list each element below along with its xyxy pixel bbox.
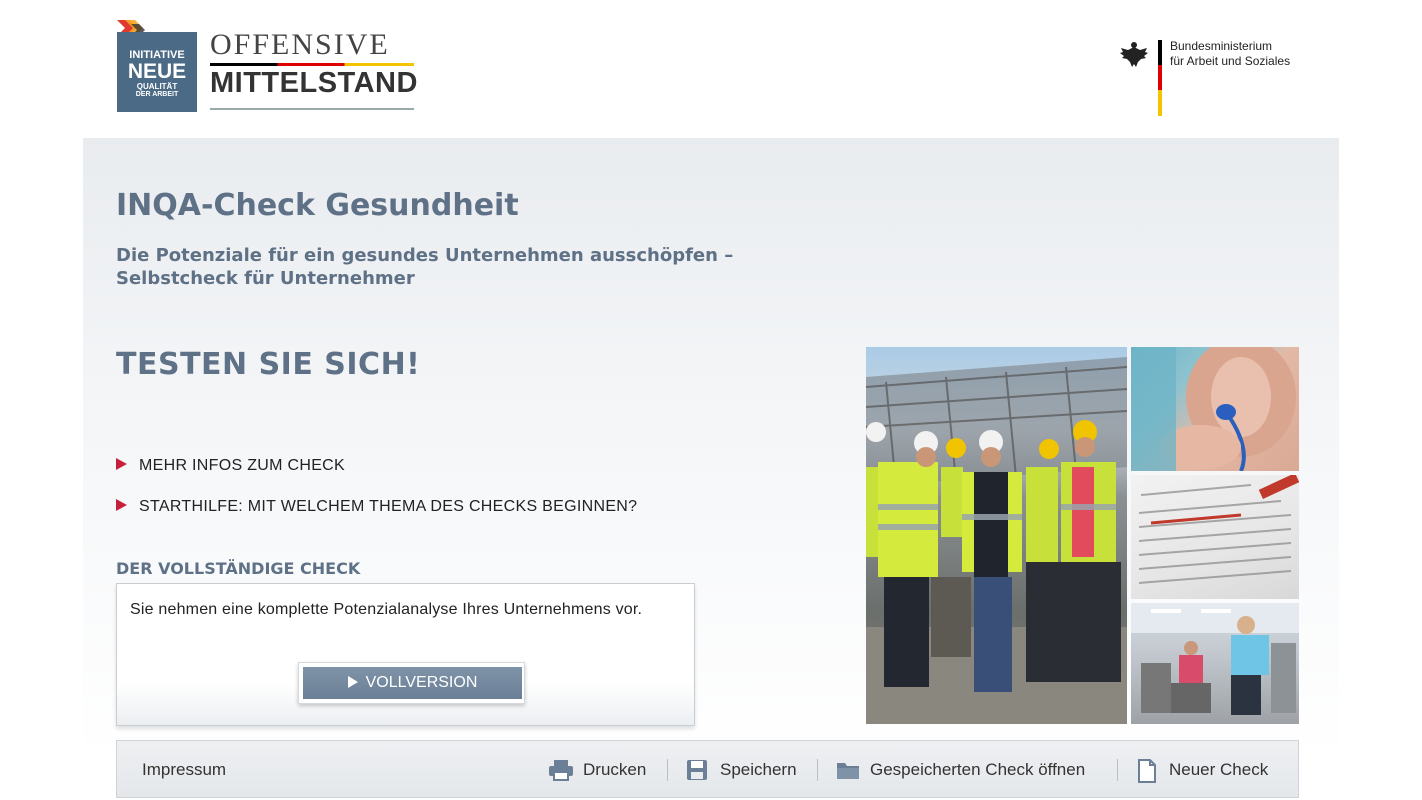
fitness-photo (1131, 603, 1299, 724)
full-check-card: Sie nehmen eine komplette Potenzialanaly… (116, 583, 695, 726)
footer-divider (817, 759, 818, 781)
inqa-badge-line2: NEUE (127, 60, 187, 83)
full-check-description: Sie nehmen eine komplette Potenzialanaly… (130, 601, 643, 618)
construction-workers-illustration (866, 357, 1127, 724)
page-title: INQA-Check Gesundheit (116, 188, 519, 223)
new-document-icon (1138, 759, 1156, 783)
questionnaire-photo (1131, 475, 1299, 599)
federal-eagle-icon (1120, 42, 1148, 67)
full-version-button-frame: VOLLVERSION (298, 662, 525, 704)
new-check-button[interactable]: Neuer Check (1137, 759, 1269, 783)
ear-protection-photo (1131, 347, 1299, 471)
construction-workers-photo (866, 347, 1127, 724)
folder-icon (837, 763, 859, 779)
print-label: Drucken (583, 760, 647, 779)
subtitle-line1: Die Potenziale für ein gesundes Unterneh… (116, 245, 734, 266)
play-icon (347, 675, 358, 688)
subtitle-line2: Selbstcheck für Unternehmer (116, 268, 415, 289)
printer-icon (549, 760, 573, 781)
offensive-mittelstand-logo[interactable]: INITIATIVE NEUE QUALITÄT DER ARBEIT OFFE… (117, 20, 417, 112)
flag-vertical-stripe (1158, 40, 1162, 116)
footer-divider (667, 759, 668, 781)
triangle-bullet-icon (116, 457, 127, 470)
offensive-word: OFFENSIVE (210, 28, 390, 61)
mittelstand-word: MITTELSTAND (210, 67, 418, 99)
page-subtitle: Die Potenziale für ein gesundes Unterneh… (116, 244, 756, 290)
header: INITIATIVE NEUE QUALITÄT DER ARBEIT OFFE… (0, 0, 1422, 138)
impressum-link[interactable]: Impressum (142, 760, 226, 780)
flag-stripe (210, 63, 414, 66)
full-version-button-label: VOLLVERSION (365, 674, 478, 691)
ministry-line2: für Arbeit und Soziales (1170, 54, 1291, 68)
footer-divider (1117, 759, 1118, 781)
new-check-label: Neuer Check (1169, 760, 1269, 779)
print-button[interactable]: Drucken (548, 760, 647, 781)
ministry-name: Bundesministerium für Arbeit und Soziale… (1170, 39, 1290, 69)
logo-underline (210, 108, 414, 110)
more-info-link[interactable]: MEHR INFOS ZUM CHECK (116, 457, 345, 475)
starthilfe-link[interactable]: STARTHILFE: MIT WELCHEM THEMA DES CHECKS… (116, 498, 637, 516)
document-illustration (1138, 475, 1299, 584)
gym-illustration (1131, 603, 1299, 715)
inqa-badge-line3: QUALITÄT (136, 82, 178, 91)
full-version-button[interactable]: VOLLVERSION (303, 667, 522, 699)
triangle-bullet-icon (116, 498, 127, 511)
inqa-badge: INITIATIVE NEUE QUALITÄT DER ARBEIT (117, 32, 197, 112)
open-saved-check-label: Gespeicherten Check öffnen (870, 760, 1086, 779)
inqa-badge-line4: DER ARBEIT (135, 91, 179, 98)
section-label-full-check: DER VOLLSTÄNDIGE CHECK (116, 559, 361, 578)
floppy-disk-icon (687, 760, 707, 780)
save-label: Speichern (720, 760, 797, 779)
ministry-logo[interactable]: Bundesministerium für Arbeit und Soziale… (1118, 38, 1318, 118)
ministry-line1: Bundesministerium (1170, 39, 1273, 53)
more-info-link-label: MEHR INFOS ZUM CHECK (139, 457, 345, 474)
starthilfe-link-label: STARTHILFE: MIT WELCHEM THEMA DES CHECKS… (139, 498, 638, 515)
open-saved-check-button[interactable]: Gespeicherten Check öffnen (836, 760, 1085, 780)
ear-plug-illustration (1131, 347, 1296, 471)
save-button[interactable]: Speichern (686, 760, 797, 780)
cta-heading: TESTEN SIE SICH! (116, 347, 421, 382)
footer-toolbar: Impressum Drucken Speichern Gespeicherte… (116, 740, 1299, 798)
